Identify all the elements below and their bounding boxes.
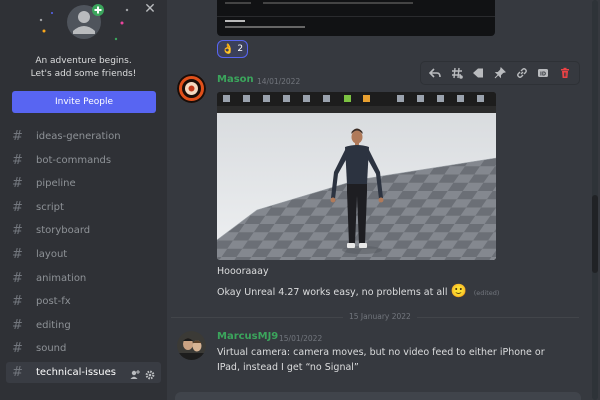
invite-card-subtitle: Let's add some friends! (30, 69, 137, 79)
channel-label: technical-issues (36, 366, 116, 378)
hash-icon: # (12, 294, 23, 310)
hash-icon: # (12, 270, 23, 286)
invite-people-button[interactable]: Invite People (12, 91, 156, 113)
unreal-engine-screenshot[interactable] (217, 92, 496, 260)
embed-divider (217, 16, 495, 17)
channel-label: pipeline (36, 178, 76, 190)
friends-illustration (39, 4, 129, 41)
invite-card-title: An adventure begins. (35, 56, 132, 66)
channel-label: script (36, 201, 64, 213)
pin-icon[interactable] (491, 64, 509, 82)
ok-hand-emoji: 👌 (221, 43, 235, 55)
hash-icon: # (12, 176, 23, 192)
username-marcusmj9[interactable]: MarcusMJ9 (217, 331, 278, 342)
id-icon[interactable]: ID (534, 64, 552, 82)
channel-ideas-generation[interactable]: # ideas-generation (6, 126, 161, 147)
channel-label: sound (36, 343, 67, 355)
channel-sidebar: ✕ An adventure begins. Let's add some fr… (0, 0, 167, 400)
previous-embed (217, 0, 495, 36)
hash-icon: # (12, 199, 23, 215)
delete-icon[interactable] (556, 64, 574, 82)
edited-label: (edited) (473, 289, 500, 297)
hash-icon: # (12, 152, 23, 168)
message-text: Virtual camera: camera moves, but no vid… (217, 347, 545, 358)
settings-gear-icon[interactable] (145, 366, 155, 380)
invite-card: ✕ An adventure begins. Let's add some fr… (0, 0, 167, 122)
thread-icon[interactable] (448, 64, 466, 82)
chat-area: 👌 2 ID Mason 14/01/2022 Hoooraaay Okay U… (167, 0, 600, 400)
svg-text:ID: ID (540, 71, 546, 77)
message-text: IPad, instead I get “no Signal” (217, 362, 359, 373)
channel-label: post-fx (36, 296, 71, 308)
channel-post-fx[interactable]: # post-fx (6, 291, 161, 312)
timestamp-mason: 14/01/2022 (257, 77, 301, 86)
reply-icon[interactable] (426, 64, 444, 82)
hash-icon: # (12, 129, 23, 144)
channel-technical-issues[interactable]: # technical-issues (6, 361, 161, 383)
create-invite-icon[interactable] (130, 366, 140, 379)
message-text: Okay Unreal 4.27 works easy, no problems… (217, 287, 448, 298)
message-composer[interactable] (175, 392, 581, 400)
hash-icon: # (12, 246, 23, 262)
channel-list: # ideas-generation # bot-commands # pipe… (6, 126, 161, 386)
channel-animation[interactable]: # animation (6, 268, 161, 289)
message-text: Hoooraaay (217, 266, 269, 277)
embed-text-line (225, 2, 251, 4)
channel-label: layout (36, 248, 68, 260)
channel-bot-commands[interactable]: # bot-commands (6, 150, 161, 171)
reaction-count: 2 (237, 44, 244, 54)
channel-label: bot-commands (36, 154, 112, 166)
embed-text-line (225, 26, 305, 28)
reaction-pill[interactable]: 👌 2 (217, 40, 248, 58)
hash-icon: # (12, 341, 23, 357)
channel-sound[interactable]: # sound (6, 338, 161, 359)
link-icon[interactable] (513, 64, 531, 82)
channel-label: storyboard (36, 225, 91, 237)
avatar-marcusmj9[interactable] (177, 331, 206, 360)
channel-layout[interactable]: # layout (6, 244, 161, 265)
channel-label: ideas-generation (36, 131, 121, 142)
embed-text-line (263, 2, 413, 4)
scrollbar-thumb[interactable] (592, 195, 598, 273)
timestamp-marcusmj9: 15/01/2022 (279, 334, 323, 343)
message-text-row: Okay Unreal 4.27 works easy, no problems… (217, 284, 499, 299)
channel-script[interactable]: # script (6, 197, 161, 218)
slightly-smiling-emoji: 🙂 (450, 284, 467, 299)
hash-icon: # (12, 364, 23, 380)
channel-label: editing (36, 319, 71, 331)
channel-editing[interactable]: # editing (6, 315, 161, 336)
username-mason[interactable]: Mason (217, 74, 254, 85)
message-actions-toolbar: ID (421, 62, 579, 84)
close-icon[interactable]: ✕ (143, 2, 157, 16)
avatar-mason[interactable] (177, 74, 206, 103)
tag-icon[interactable] (469, 64, 487, 82)
date-divider-label: 15 January 2022 (343, 312, 417, 321)
channel-label: animation (36, 272, 87, 284)
channel-pipeline[interactable]: # pipeline (6, 173, 161, 194)
hash-icon: # (12, 317, 23, 333)
hash-icon: # (12, 223, 23, 239)
channel-storyboard[interactable]: # storyboard (6, 220, 161, 241)
embed-text-line (225, 20, 245, 22)
channel-actions (130, 366, 155, 380)
